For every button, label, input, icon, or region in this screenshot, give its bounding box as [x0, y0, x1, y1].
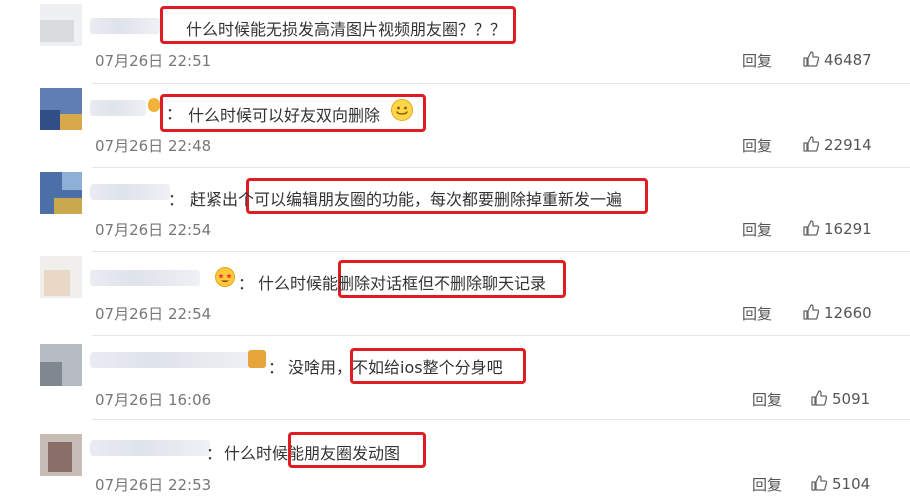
- reply-button[interactable]: 回复: [742, 219, 772, 240]
- thumbs-up-icon: [803, 51, 820, 67]
- like-button[interactable]: 16291: [802, 219, 872, 238]
- user-badge-icon: [148, 98, 160, 112]
- thumbs-up-icon: [811, 390, 828, 406]
- comment-item: 什么时候能无损发高清图片视频朋友圈？？？ 07月26日 22:51 回复 464…: [0, 0, 910, 84]
- thumbs-up-icon: [803, 304, 820, 320]
- like-count: 46487: [824, 51, 872, 69]
- avatar[interactable]: [40, 344, 82, 386]
- username-blurred[interactable]: [90, 100, 146, 116]
- highlight-box: [350, 348, 526, 384]
- username-blurred[interactable]: [90, 352, 250, 368]
- smile-emoji-icon: [390, 98, 414, 126]
- like-button[interactable]: 5104: [810, 474, 870, 493]
- comment-text: 赶紧出个可以编辑朋友圈的功能，每次都要删除掉重新发一遍: [190, 190, 623, 209]
- comment-text: 什么时候可以好友双向删除: [188, 106, 381, 125]
- reply-button[interactable]: 回复: [742, 135, 772, 156]
- reply-button[interactable]: 回复: [742, 303, 772, 324]
- like-button[interactable]: 46487: [802, 50, 872, 69]
- comment-text: 什么时候能删除对话框但不删除聊天记录: [258, 274, 547, 293]
- avatar[interactable]: [40, 172, 82, 214]
- comment-timestamp: 07月26日 22:54: [95, 305, 212, 323]
- username-blurred[interactable]: [90, 440, 210, 456]
- comment-item: ： 赶紧出个可以编辑朋友圈的功能，每次都要删除掉重新发一遍 07月26日 22:…: [0, 168, 910, 252]
- name-separator: ：: [238, 274, 255, 293]
- avatar[interactable]: [40, 88, 82, 130]
- comment-timestamp: 07月26日 22:48: [95, 137, 212, 155]
- comment-text: 什么时候能无损发高清图片视频朋友圈？？？: [186, 20, 507, 39]
- reply-button[interactable]: 回复: [752, 389, 782, 410]
- like-button[interactable]: 12660: [802, 303, 872, 322]
- like-count: 12660: [824, 304, 872, 322]
- name-separator: ：: [268, 358, 285, 377]
- username-blurred[interactable]: [90, 270, 200, 286]
- thumbs-up-icon: [803, 136, 820, 152]
- like-count: 5091: [832, 390, 871, 408]
- user-badge-icon: [248, 350, 266, 368]
- comment-item: ： 什么时候能删除对话框但不删除聊天记录 07月26日 22:54 回复 126…: [0, 252, 910, 336]
- star-eyes-emoji-icon: [214, 266, 236, 292]
- username-blurred[interactable]: [90, 18, 160, 34]
- comment-item: ： 什么时候能朋友圈发动图 07月26日 22:53 回复 5104: [0, 420, 910, 500]
- name-separator: ：: [206, 444, 223, 463]
- name-separator: ：: [168, 190, 185, 209]
- comment-timestamp: 07月26日 22:51: [95, 52, 212, 70]
- like-count: 5104: [832, 475, 871, 493]
- like-button[interactable]: 5091: [810, 389, 870, 408]
- comment-item: ： 没啥用，不如给ios整个分身吧 07月26日 16:06 回复 5091: [0, 336, 910, 420]
- comment-item: ： 什么时候可以好友双向删除 07月26日 22:48 回复 22914: [0, 84, 910, 168]
- thumbs-up-icon: [803, 220, 820, 236]
- comment-timestamp: 07月26日 22:53: [95, 476, 212, 494]
- comment-timestamp: 07月26日 22:54: [95, 221, 212, 239]
- like-count: 16291: [824, 220, 872, 238]
- avatar[interactable]: [40, 434, 82, 476]
- reply-button[interactable]: 回复: [752, 474, 782, 495]
- like-button[interactable]: 22914: [802, 135, 872, 154]
- reply-button[interactable]: 回复: [742, 50, 772, 71]
- like-count: 22914: [824, 136, 872, 154]
- thumbs-up-icon: [811, 475, 828, 491]
- comment-timestamp: 07月26日 16:06: [95, 391, 212, 409]
- avatar[interactable]: [40, 256, 82, 298]
- highlight-box: [288, 432, 426, 468]
- avatar[interactable]: [40, 4, 82, 46]
- username-blurred[interactable]: [90, 184, 170, 200]
